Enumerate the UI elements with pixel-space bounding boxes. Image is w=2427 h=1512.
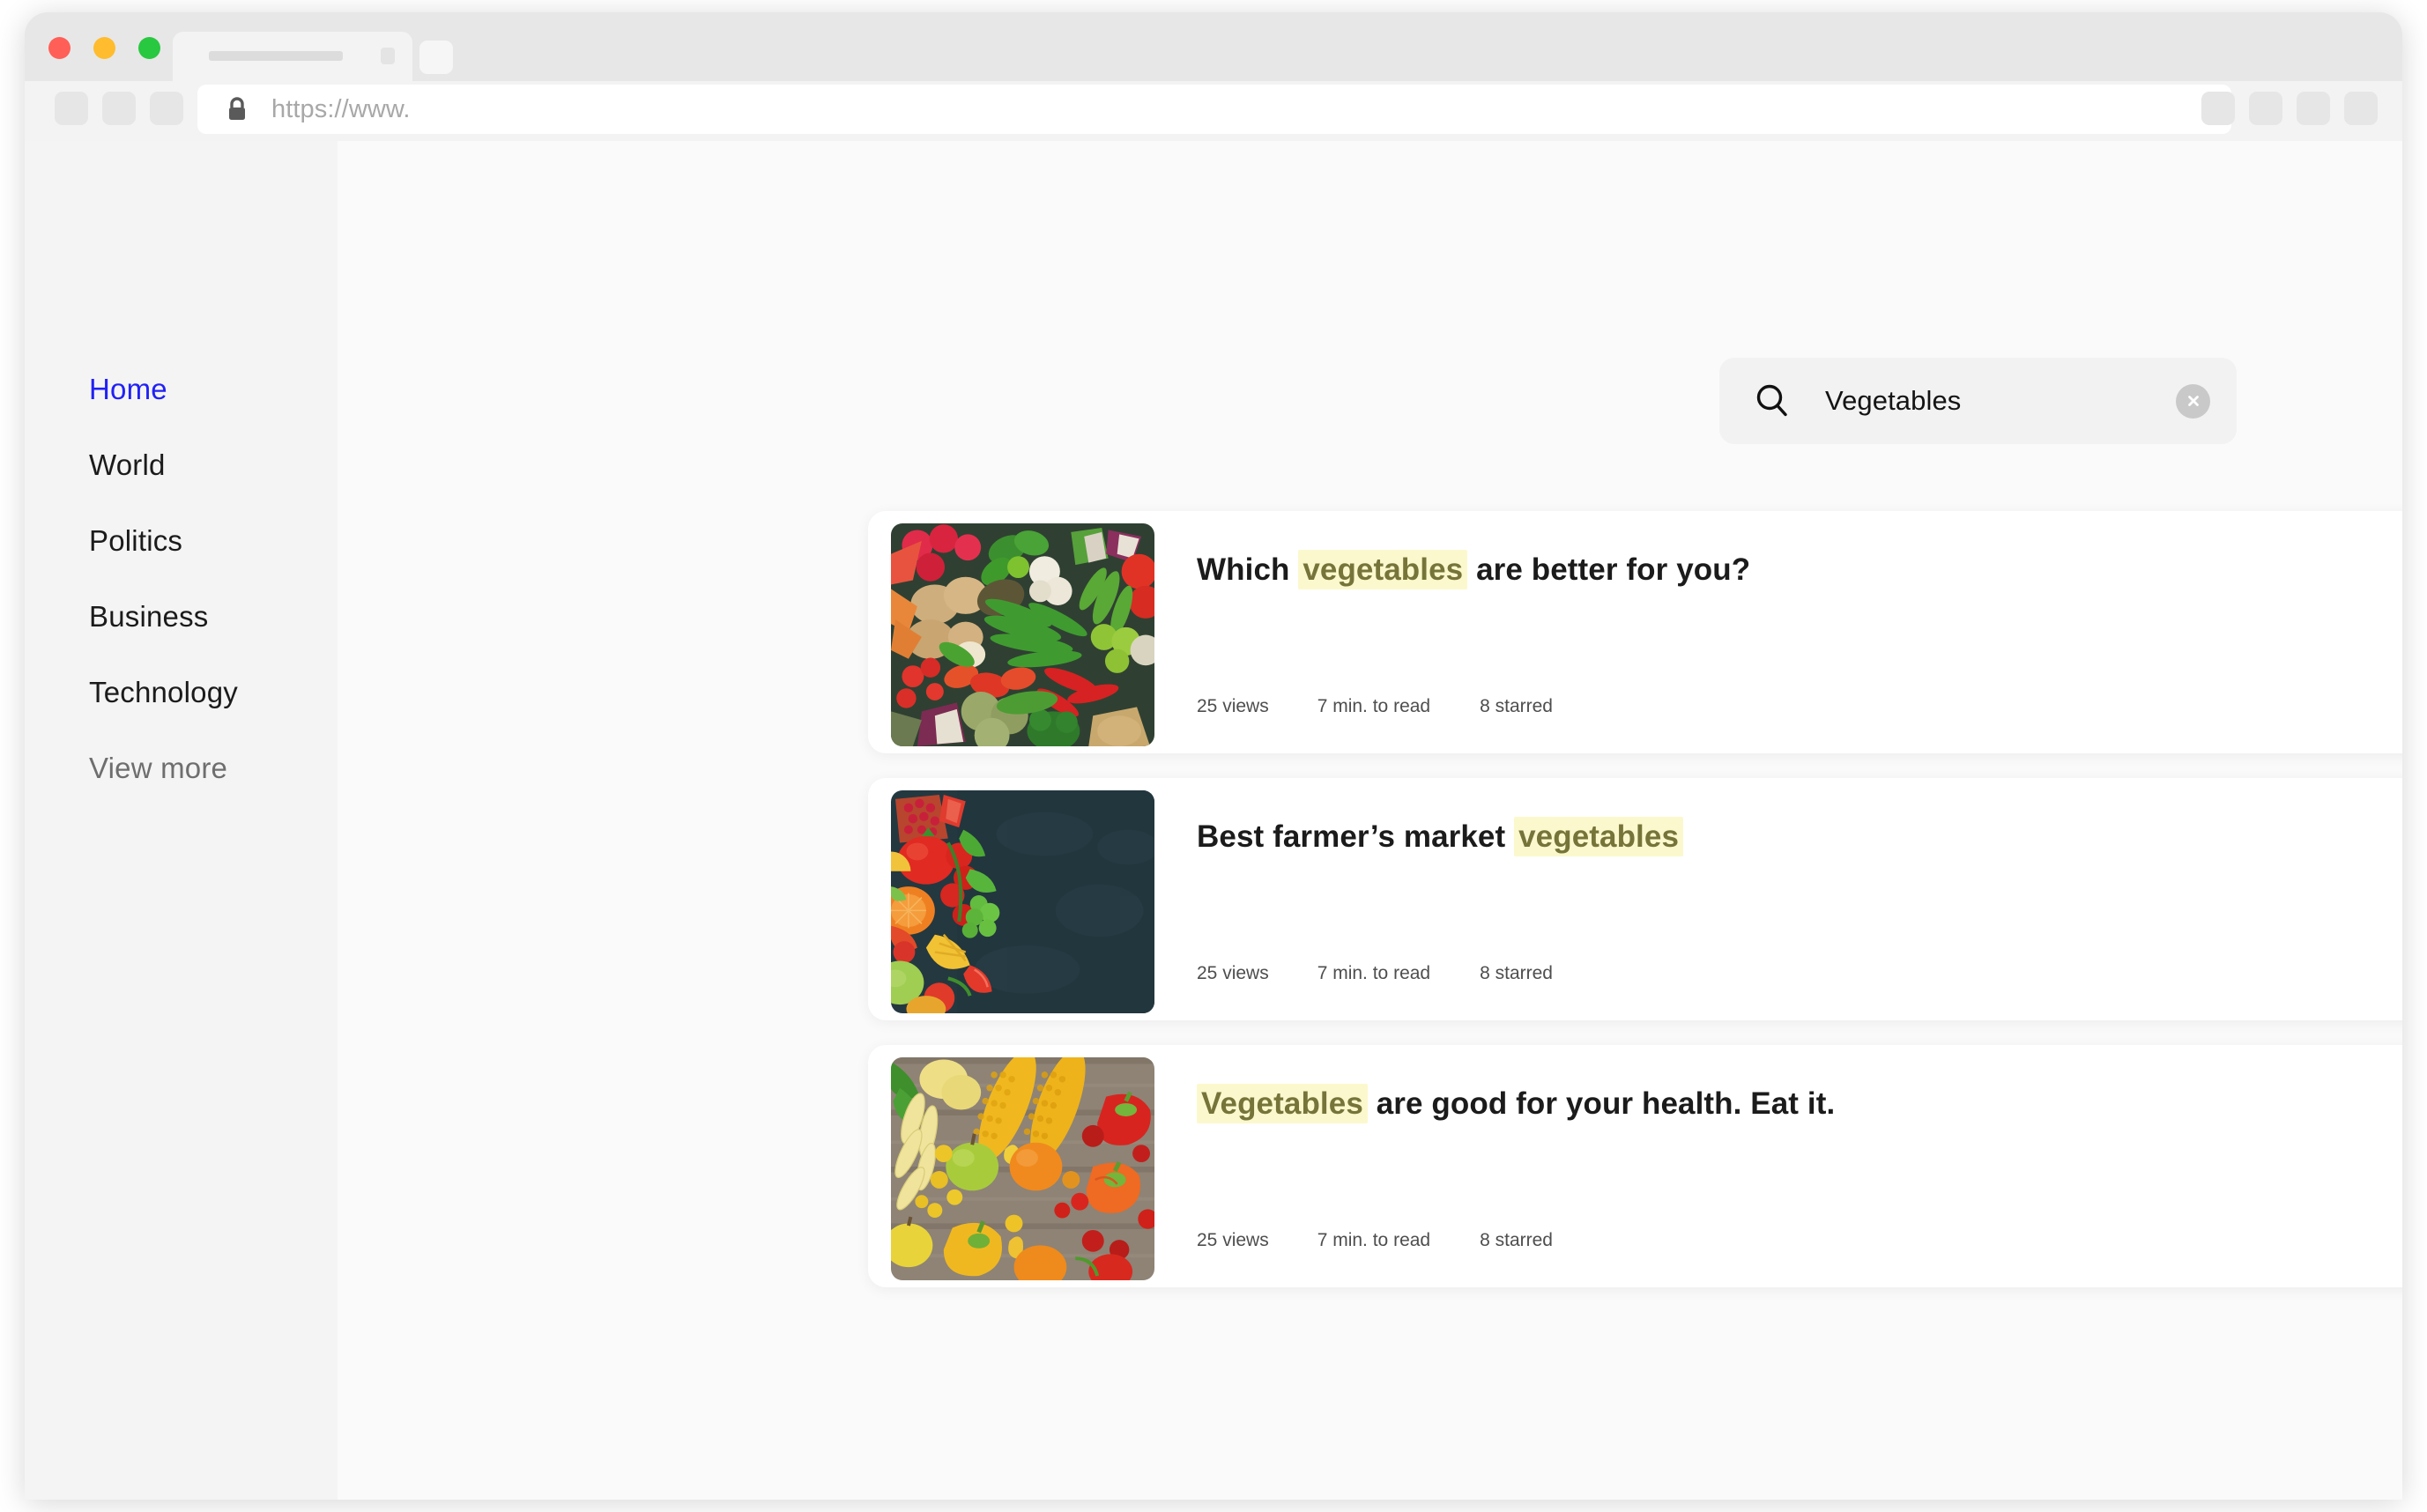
tab-title-placeholder: [209, 51, 343, 61]
result-views: 25 views: [1197, 696, 1269, 716]
result-read-time: 7 min. to read: [1317, 1230, 1431, 1250]
toolbar-extras: [2201, 92, 2378, 125]
close-window-button[interactable]: [48, 37, 71, 59]
maximize-window-button[interactable]: [138, 37, 160, 59]
result-views: 25 views: [1197, 963, 1269, 983]
minimize-window-button[interactable]: [93, 37, 115, 59]
result-starred: 8 starred: [1480, 696, 1553, 716]
forward-button[interactable]: [102, 92, 136, 125]
result-title-before: Which: [1197, 552, 1299, 587]
result-meta: 25 views 7 min. to read 8 starred: [1197, 963, 1601, 984]
result-read-time: 7 min. to read: [1317, 696, 1431, 716]
browser-menu-button[interactable]: [2344, 92, 2378, 125]
back-button[interactable]: [55, 92, 88, 125]
result-views: 25 views: [1197, 1230, 1269, 1250]
result-thumbnail-fruits-slate: [891, 790, 1154, 1013]
sidebar: Home World Politics Business Technology …: [25, 141, 338, 1500]
sidebar-item-politics[interactable]: Politics: [25, 524, 338, 558]
extension-button-2[interactable]: [2249, 92, 2282, 125]
result-title: Vegetables are good for your health. Eat…: [1197, 1084, 2402, 1123]
result-title-after: are good for your health. Eat it.: [1367, 1086, 1836, 1121]
sidebar-item-home[interactable]: Home: [25, 373, 338, 406]
result-card-body: Best farmer’s market vegetables 25 views…: [1197, 778, 2402, 1020]
window-controls: [48, 37, 160, 59]
browser-tab[interactable]: [173, 32, 412, 81]
search-results-list: Which vegetables are better for you? 25 …: [868, 511, 2402, 1312]
result-meta: 25 views 7 min. to read 8 starred: [1197, 696, 1601, 717]
lock-icon: [226, 96, 249, 122]
tab-close-button[interactable]: [381, 48, 395, 64]
result-thumbnail-vegetables: [891, 523, 1154, 746]
extension-button-1[interactable]: [2201, 92, 2235, 125]
result-card-body: Vegetables are good for your health. Eat…: [1197, 1045, 2402, 1287]
sidebar-item-world[interactable]: World: [25, 448, 338, 482]
search-icon: [1753, 382, 1792, 420]
clear-search-icon[interactable]: [2176, 383, 2210, 419]
result-read-time: 7 min. to read: [1317, 963, 1431, 983]
reload-button[interactable]: [150, 92, 183, 125]
result-title: Which vegetables are better for you?: [1197, 550, 2402, 589]
main-content: Vegetables Which vegetables are better f…: [338, 141, 2402, 1500]
result-meta: 25 views 7 min. to read 8 starred: [1197, 1230, 1601, 1251]
result-starred: 8 starred: [1480, 963, 1553, 983]
search-input[interactable]: Vegetables: [1825, 385, 2176, 417]
extension-button-3[interactable]: [2297, 92, 2330, 125]
result-card[interactable]: Vegetables are good for your health. Eat…: [868, 1045, 2402, 1287]
url-input[interactable]: https://www.: [271, 95, 411, 124]
browser-tab-bar: [25, 12, 2402, 81]
search-bar[interactable]: Vegetables: [1719, 358, 2237, 444]
result-title-highlight: vegetables: [1298, 550, 1468, 589]
page-content: Home World Politics Business Technology …: [25, 141, 2402, 1500]
result-title-after: are better for you?: [1467, 552, 1751, 587]
result-title: Best farmer’s market vegetables: [1197, 817, 2402, 856]
sidebar-item-technology[interactable]: Technology: [25, 676, 338, 709]
sidebar-item-business[interactable]: Business: [25, 600, 338, 634]
navigation-buttons: [55, 92, 183, 125]
url-bar[interactable]: https://www.: [197, 85, 2231, 134]
result-title-before: Best farmer’s market: [1197, 819, 1515, 854]
result-card[interactable]: Best farmer’s market vegetables 25 views…: [868, 778, 2402, 1020]
result-thumbnail-corn-peppers: [891, 1057, 1154, 1280]
result-card-body: Which vegetables are better for you? 25 …: [1197, 511, 2402, 753]
sidebar-item-view-more[interactable]: View more: [25, 752, 338, 785]
result-title-highlight: Vegetables: [1197, 1084, 1368, 1123]
browser-window: https://www. Home World Politics Busines…: [25, 12, 2402, 1500]
new-tab-button[interactable]: [419, 41, 453, 74]
result-starred: 8 starred: [1480, 1230, 1553, 1250]
result-card[interactable]: Which vegetables are better for you? 25 …: [868, 511, 2402, 753]
browser-toolbar: https://www.: [25, 81, 2402, 141]
result-title-highlight: vegetables: [1514, 817, 1684, 856]
